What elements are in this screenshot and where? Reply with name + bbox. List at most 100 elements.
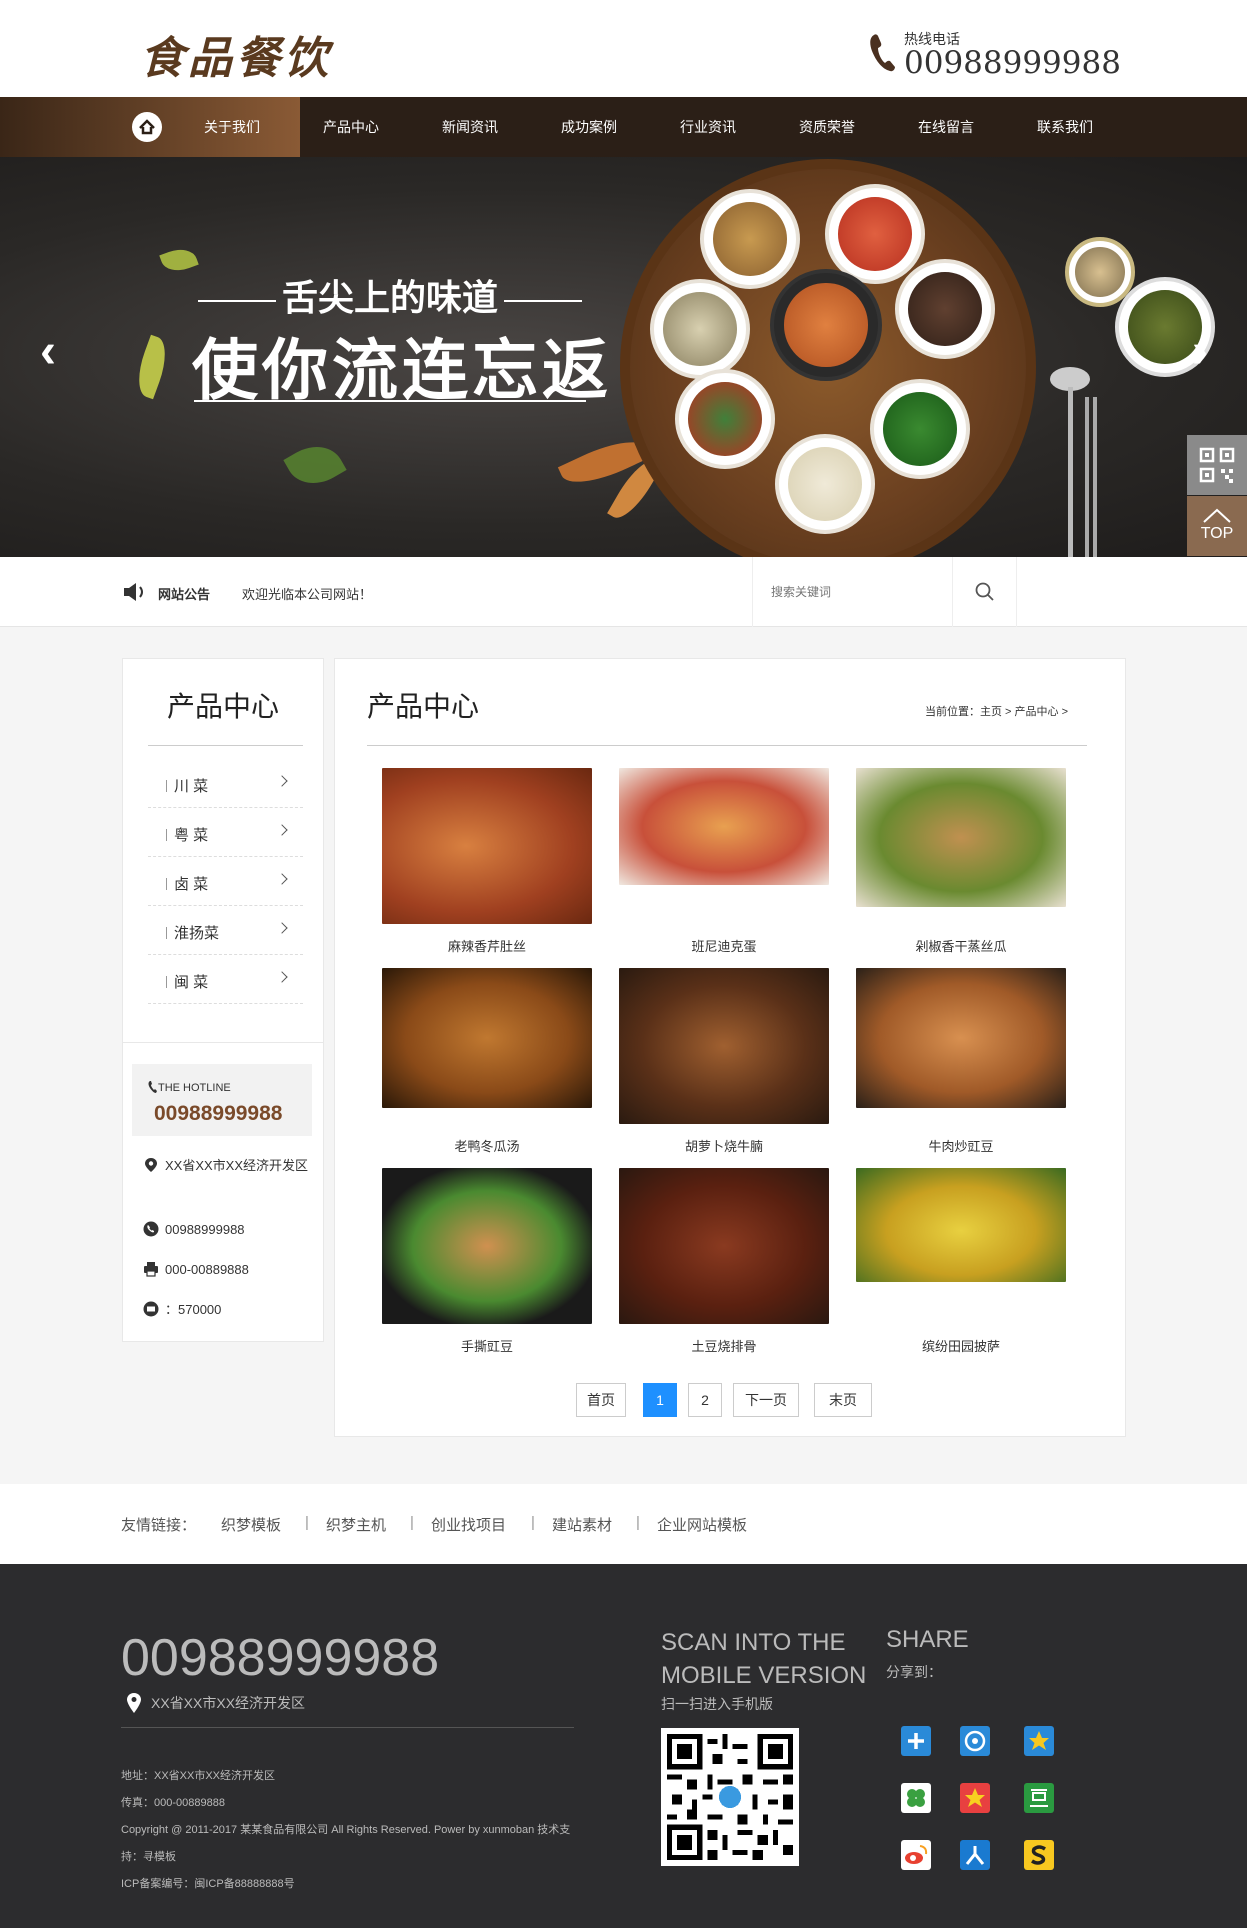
nav-item-products[interactable]: 产品中心 — [291, 97, 411, 157]
hotline-number: 00988999988 — [904, 45, 1121, 81]
search-input[interactable] — [771, 581, 941, 603]
share-subtitle: 分享到： — [886, 1664, 942, 1680]
pager-page-1[interactable]: 1 — [643, 1383, 677, 1417]
leaf-decoration — [130, 334, 174, 400]
phone-icon — [870, 34, 895, 72]
nav-item-industry[interactable]: 行业资讯 — [648, 97, 768, 157]
back-to-top-button[interactable]: TOP — [1187, 496, 1247, 556]
product-image[interactable] — [382, 768, 592, 924]
home-icon[interactable] — [132, 112, 162, 142]
content-divider — [367, 745, 1087, 746]
sidebar-item-sichuan[interactable]: 川 菜 — [148, 759, 303, 808]
notice-bar: 网站公告 欢迎光临本公司网站！ — [0, 557, 1247, 627]
search-button[interactable] — [952, 557, 1017, 627]
scan-title: SCAN INTO THE MOBILE VERSION — [661, 1629, 867, 1689]
footer-copyright-cont: 持：寻模板 — [121, 1851, 176, 1863]
nav-item-honors[interactable]: 资质荣誉 — [767, 97, 887, 157]
friend-link[interactable]: 织梦模板 — [221, 1514, 281, 1535]
share-plus-icon[interactable] — [901, 1726, 931, 1756]
product-image[interactable] — [619, 768, 829, 885]
sidebar-divider — [148, 745, 303, 746]
banner-prev-arrow[interactable]: ‹ — [28, 327, 68, 377]
sidebar-item-huaiyang[interactable]: 淮扬菜 — [148, 906, 303, 955]
friend-link[interactable]: 企业网站模板 — [657, 1514, 747, 1535]
pager-next[interactable]: 下一页 — [733, 1383, 799, 1417]
hero-banner: 舌尖上的味道 使你流连忘返 ‹ › — [0, 157, 1247, 557]
breadcrumb[interactable]: 当前位置：主页 > 产品中心 > — [925, 703, 1068, 719]
chevron-right-icon — [276, 873, 288, 885]
sidebar-separator — [123, 1042, 323, 1043]
chopstick — [1085, 397, 1089, 557]
footer-copyright: Copyright @ 2011-2017 某某食品有限公司 All Right… — [121, 1824, 571, 1836]
friend-link[interactable]: 建站素材 — [552, 1514, 612, 1535]
product-name[interactable]: 胡萝卜烧牛腩 — [619, 1136, 829, 1155]
top-label: TOP — [1200, 525, 1234, 542]
notice-title: 网站公告 — [158, 587, 211, 602]
product-name[interactable]: 麻辣香芹肚丝 — [382, 936, 592, 955]
chevron-right-icon — [276, 922, 288, 934]
product-image[interactable] — [856, 1168, 1066, 1282]
speaker-icon — [124, 583, 143, 601]
pager-last[interactable]: 末页 — [814, 1383, 872, 1417]
nav-item-news[interactable]: 新闻资讯 — [410, 97, 530, 157]
sidebar-item-fujian[interactable]: 闽 菜 — [148, 955, 303, 1004]
nav-item-cases[interactable]: 成功案例 — [529, 97, 649, 157]
pager-first[interactable]: 首页 — [576, 1383, 626, 1417]
content-title: 产品中心 — [367, 691, 480, 722]
site-footer: 00988999988 XX省XX市XX经济开发区 地址：XX省XX市XX经济开… — [0, 1564, 1247, 1928]
product-content: 产品中心 当前位置：主页 > 产品中心 > 麻辣香芹肚丝 班尼迪克蛋 剁椒香干蒸… — [334, 658, 1126, 1437]
site-logo[interactable]: 食品餐饮 — [140, 22, 332, 86]
product-image[interactable] — [856, 768, 1066, 907]
product-name[interactable]: 剁椒香干蒸丝瓜 — [856, 936, 1066, 955]
product-name[interactable]: 缤纷田园披萨 — [856, 1336, 1066, 1355]
product-name[interactable]: 老鸭冬瓜汤 — [382, 1136, 592, 1155]
product-name[interactable]: 手撕豇豆 — [382, 1336, 592, 1355]
qr-code-button[interactable] — [1187, 435, 1247, 495]
share-pengyou-icon[interactable] — [960, 1726, 990, 1756]
share-renren-icon[interactable] — [960, 1840, 990, 1870]
spoon-handle — [1068, 387, 1073, 557]
product-name[interactable]: 土豆烧排骨 — [619, 1336, 829, 1355]
sidebar-item-braised[interactable]: 卤 菜 — [148, 857, 303, 906]
footer-phone: 00988999988 — [121, 1629, 440, 1687]
chevron-right-icon — [276, 824, 288, 836]
mobile-qr-code — [661, 1728, 799, 1866]
phone-icon — [148, 1081, 157, 1093]
share-douban-icon[interactable] — [1024, 1783, 1054, 1813]
friend-link[interactable]: 织梦主机 — [326, 1514, 386, 1535]
main-nav: 关于我们 产品中心 新闻资讯 成功案例 行业资讯 资质荣誉 在线留言 联系我们 — [0, 97, 1247, 157]
food-basket-image — [620, 159, 1036, 557]
chevron-right-icon — [276, 971, 288, 983]
nav-item-about[interactable]: 关于我们 — [172, 97, 292, 157]
nav-item-message[interactable]: 在线留言 — [886, 97, 1006, 157]
share-kaixin-icon[interactable] — [901, 1783, 931, 1813]
product-image[interactable] — [619, 1168, 829, 1324]
friend-link[interactable]: 创业找项目 — [431, 1514, 506, 1535]
phone-circle-icon — [143, 1221, 159, 1237]
banner-next-arrow[interactable]: › — [1180, 327, 1220, 377]
link-separator: | — [636, 1514, 640, 1531]
sidebar-item-cantonese[interactable]: 粤 菜 — [148, 808, 303, 857]
notice-text: 欢迎光临本公司网站！ — [242, 587, 373, 602]
product-name[interactable]: 班尼迪克蛋 — [619, 936, 829, 955]
product-name[interactable]: 牛肉炒豇豆 — [856, 1136, 1066, 1155]
nav-item-contact[interactable]: 联系我们 — [1005, 97, 1125, 157]
pager-page-2[interactable]: 2 — [688, 1383, 722, 1417]
arrow-up-icon — [1203, 508, 1231, 523]
site-header: 食品餐饮 热线电话 00988999988 — [0, 0, 1247, 97]
product-image[interactable] — [382, 968, 592, 1108]
footer-addr-line: 地址：XX省XX市XX经济开发区 — [121, 1770, 276, 1782]
hotline-number: 00988999988 — [154, 1102, 283, 1125]
share-renren-star-icon[interactable] — [960, 1783, 990, 1813]
share-weibo-icon[interactable] — [901, 1840, 931, 1870]
chevron-right-icon — [276, 775, 288, 787]
link-separator: | — [410, 1514, 414, 1531]
share-sohu-icon[interactable] — [1024, 1840, 1054, 1870]
product-image[interactable] — [856, 968, 1066, 1108]
product-image[interactable] — [619, 968, 829, 1124]
share-qzone-icon[interactable] — [1024, 1726, 1054, 1756]
search-box — [752, 557, 952, 627]
chopstick — [1093, 397, 1097, 557]
product-image[interactable] — [382, 1168, 592, 1324]
footer-divider — [121, 1727, 574, 1728]
